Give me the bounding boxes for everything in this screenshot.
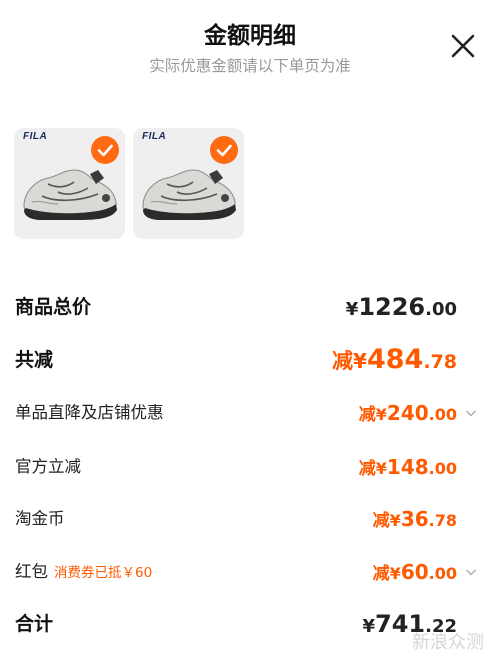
amount-integer: 148 [386, 455, 429, 479]
coupon-note: 消费券已抵￥60 [54, 565, 153, 581]
total-price-row: 商品总价 ¥1226.00 [15, 289, 477, 325]
amount-integer: 240 [386, 401, 429, 425]
brand-logo: FILA [142, 131, 167, 142]
selected-badge[interactable] [210, 136, 238, 164]
store-discount-label: 单品直降及店铺优惠 [15, 403, 164, 422]
reduction-prefix: 减 [372, 511, 390, 531]
reduction-prefix: 减 [358, 405, 376, 425]
amount-decimal: .00 [425, 299, 457, 320]
sneaker-image [142, 169, 236, 220]
total-reduction-row: 共减 减¥484.78 [15, 342, 477, 378]
red-packet-label-group: 红包 消费券已抵￥60 [15, 554, 152, 591]
reduction-prefix: 减 [372, 564, 390, 584]
close-icon [451, 34, 475, 58]
store-discount-row[interactable]: 单品直降及店铺优惠 减¥240.00 [15, 395, 477, 431]
chevron-down-icon[interactable] [465, 408, 477, 418]
amount-integer: 1226 [358, 293, 426, 321]
taojinbi-label: 淘金币 [15, 509, 65, 528]
product-thumbnails: FILA FILA [14, 128, 244, 239]
official-discount-label: 官方立减 [15, 457, 81, 476]
official-discount-row: 官方立减 减¥148.00 [15, 449, 477, 485]
official-discount-amount: 减¥148.00 [359, 449, 457, 487]
total-reduction-amount: 减¥484.78 [332, 342, 457, 381]
red-packet-row[interactable]: 红包 消费券已抵￥60 减¥60.00 [15, 554, 477, 590]
checkmark-icon [216, 144, 232, 157]
watermark: 新浪众测 [412, 632, 484, 653]
currency-symbol: ¥ [345, 299, 359, 320]
amount-integer: 484 [366, 344, 424, 375]
currency-symbol: ¥ [389, 511, 401, 530]
currency-symbol: ¥ [375, 459, 387, 478]
total-price-label: 商品总价 [15, 296, 92, 318]
amount-decimal: .78 [423, 351, 457, 373]
sneaker-image [23, 169, 117, 220]
reduction-prefix: 减 [332, 349, 354, 373]
page-subtitle: 实际优惠金额请以下单页为准 [149, 57, 351, 75]
chevron-down-icon[interactable] [465, 567, 477, 577]
total-price-amount: ¥1226.00 [346, 289, 457, 328]
taojinbi-amount: 减¥36.78 [373, 501, 457, 539]
sum-row: 合计 ¥741.22 [15, 606, 477, 642]
amount-decimal: .78 [428, 511, 457, 530]
amount-integer: 60 [400, 560, 429, 584]
red-packet-amount: 减¥60.00 [373, 554, 457, 592]
amount-decimal: .00 [428, 564, 457, 583]
checkmark-icon [97, 144, 113, 157]
selected-badge[interactable] [91, 136, 119, 164]
page-title: 金额明细 [204, 23, 296, 49]
currency-symbol: ¥ [353, 349, 367, 373]
brand-logo: FILA [23, 131, 48, 142]
currency-symbol: ¥ [375, 405, 387, 424]
amount-decimal: .00 [428, 459, 457, 478]
taojinbi-row: 淘金币 减¥36.78 [15, 501, 477, 537]
product-thumbnail[interactable]: FILA [133, 128, 244, 239]
store-discount-amount: 减¥240.00 [359, 395, 457, 433]
currency-symbol: ¥ [362, 616, 375, 637]
sum-label: 合计 [15, 613, 54, 635]
header: 金额明细 实际优惠金额请以下单页为准 [0, 0, 500, 90]
red-packet-label: 红包 [15, 562, 48, 581]
close-button[interactable] [448, 31, 478, 61]
amount-decimal: .00 [428, 405, 457, 424]
reduction-prefix: 减 [358, 459, 376, 479]
product-thumbnail[interactable]: FILA [14, 128, 125, 239]
amount-integer: 36 [400, 507, 429, 531]
total-reduction-label: 共减 [15, 349, 54, 371]
currency-symbol: ¥ [389, 564, 401, 583]
